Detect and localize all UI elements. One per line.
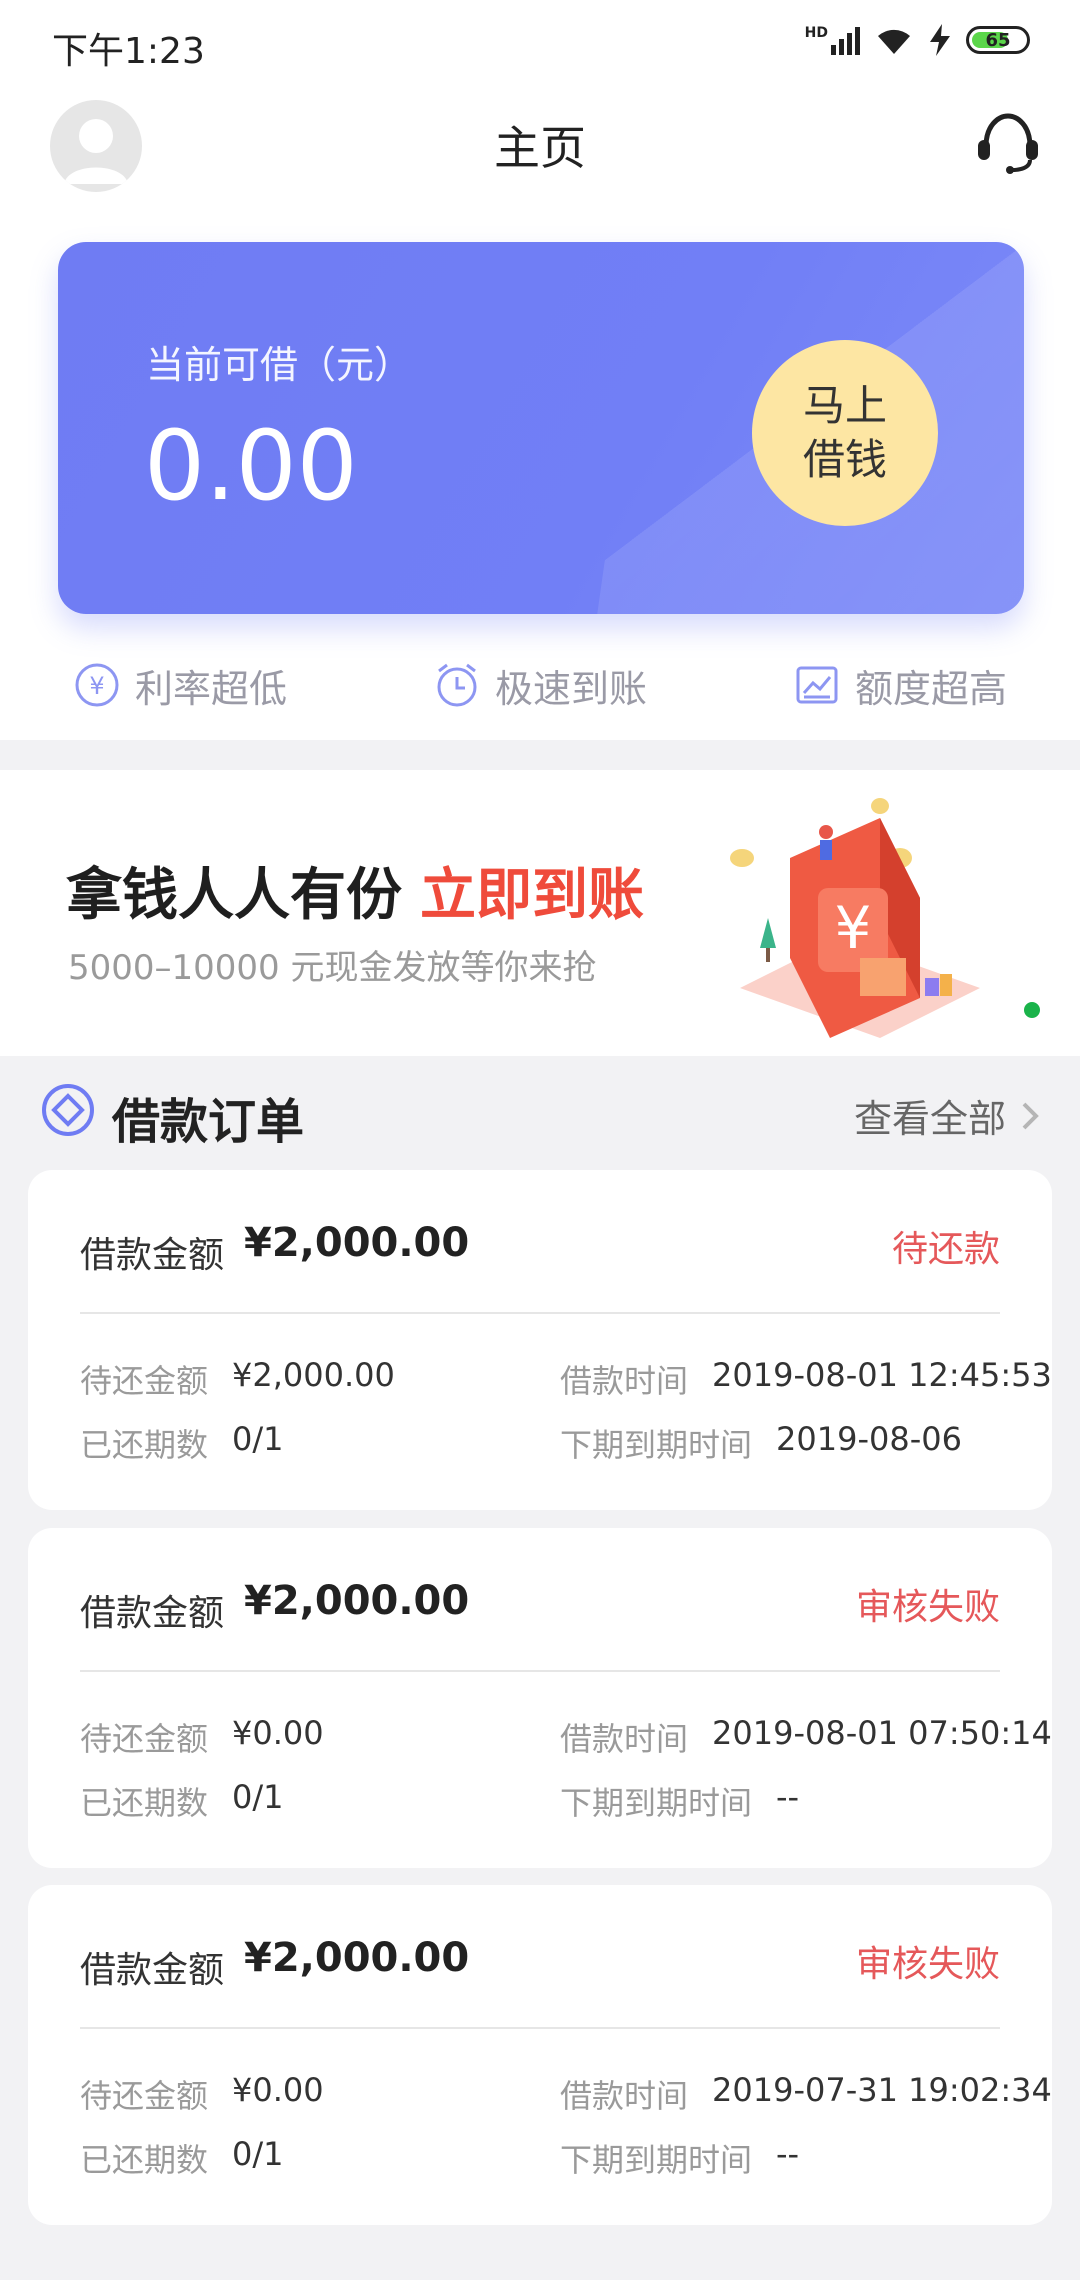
- banner-subtitle: 5000–10000 元现金发放等你来抢: [68, 948, 597, 988]
- pending-amount: ¥0.00: [232, 2071, 324, 2109]
- loan-time-label: 借款时间: [560, 2077, 689, 2115]
- divider: [80, 2027, 1000, 2029]
- borrow-now-button[interactable]: 马上 借钱: [752, 340, 938, 526]
- pending-amount: ¥0.00: [232, 1714, 324, 1752]
- top-section: 当前可借（元） 0.00 马上 借钱 ¥ 利率超低 极速到账 额度超高: [0, 220, 1080, 740]
- feature-low-rate: ¥ 利率超低: [73, 658, 287, 713]
- svg-text:¥: ¥: [835, 894, 872, 962]
- yuan-icon: ¥: [75, 663, 119, 707]
- feature-fast: 极速到账: [433, 658, 647, 713]
- wifi-icon: [878, 29, 910, 54]
- chart-icon: [796, 666, 838, 704]
- loan-time-label: 借款时间: [560, 1362, 689, 1400]
- promo-banner[interactable]: 拿钱人人有份 立即到账 5000–10000 元现金发放等你来抢 ¥: [0, 770, 1080, 1056]
- feature-high-limit: 额度超高: [793, 658, 1007, 713]
- page-title: 主页: [494, 121, 586, 175]
- loan-time: 2019-08-01 12:45:53: [712, 1356, 1052, 1394]
- pending-amount-label: 待还金额: [80, 1362, 209, 1400]
- orders-header: 借款订单 查看全部: [0, 1056, 1080, 1166]
- paid-periods: 0/1: [232, 2135, 284, 2173]
- paid-periods: 0/1: [232, 1778, 284, 1816]
- order-status: 审核失败: [855, 1944, 1000, 1985]
- order-card[interactable]: 借款金额 ¥2,000.00 待还款 待还金额 ¥2,000.00 已还期数 0…: [28, 1170, 1052, 1510]
- signal-icon: HD: [805, 25, 860, 55]
- paid-periods-label: 已还期数: [80, 1784, 209, 1822]
- next-due-label: 下期到期时间: [560, 2141, 753, 2179]
- pending-amount-label: 待还金额: [80, 2077, 209, 2115]
- feature-label: 极速到账: [494, 666, 647, 711]
- status-icons: HD 65: [805, 24, 1030, 56]
- status-bar: 下午1:23 HD 65: [0, 0, 1080, 90]
- app-header: 主页: [0, 90, 1080, 220]
- loan-time: 2019-08-01 07:50:14: [712, 1714, 1052, 1752]
- view-all-link[interactable]: 查看全部: [854, 1088, 1040, 1143]
- loan-time-label: 借款时间: [560, 1720, 689, 1758]
- paid-periods-label: 已还期数: [80, 1426, 209, 1464]
- feature-label: 利率超低: [134, 666, 287, 711]
- svg-text:¥: ¥: [89, 672, 104, 700]
- order-amount-label: 借款金额: [80, 1950, 225, 1991]
- available-amount: 0.00: [144, 410, 358, 522]
- paid-periods-label: 已还期数: [80, 2141, 209, 2179]
- borrow-now-line1: 马上: [802, 381, 887, 430]
- next-due-label: 下期到期时间: [560, 1784, 753, 1822]
- order-status: 待还款: [891, 1229, 1000, 1270]
- charging-icon: [930, 24, 950, 56]
- order-card[interactable]: 借款金额 ¥2,000.00 审核失败 待还金额 ¥0.00 已还期数 0/1 …: [28, 1885, 1052, 2225]
- order-amount-label: 借款金额: [80, 1593, 225, 1634]
- banner-headline-highlight: 立即到账: [420, 863, 644, 928]
- view-all-label: 查看全部: [853, 1097, 1006, 1141]
- order-amount-label: 借款金额: [80, 1235, 225, 1276]
- pending-amount-label: 待还金额: [80, 1720, 209, 1758]
- banner-headline-main: 拿钱人人有份: [66, 863, 402, 928]
- next-due: 2019-08-06: [776, 1420, 962, 1458]
- battery-level: 65: [985, 29, 1011, 51]
- borrow-now-line2: 借钱: [802, 435, 887, 484]
- hd-label: HD: [804, 25, 828, 41]
- divider: [80, 1312, 1000, 1314]
- order-amount: ¥2,000.00: [244, 1578, 470, 1624]
- pending-amount: ¥2,000.00: [232, 1356, 395, 1394]
- divider: [80, 1670, 1000, 1672]
- customer-service-icon[interactable]: [972, 106, 1044, 178]
- orders-title: 借款订单: [112, 1094, 305, 1150]
- banner-headline: 拿钱人人有份 立即到账: [66, 850, 644, 931]
- next-due-label: 下期到期时间: [560, 1426, 753, 1464]
- available-label: 当前可借（元）: [146, 343, 413, 387]
- next-due: --: [776, 2135, 800, 2173]
- order-amount: ¥2,000.00: [244, 1935, 470, 1981]
- banner-illustration: ¥: [730, 798, 980, 1038]
- order-card[interactable]: 借款金额 ¥2,000.00 审核失败 待还金额 ¥0.00 已还期数 0/1 …: [28, 1528, 1052, 1868]
- chevron-right-icon: [1022, 1102, 1039, 1129]
- clock-icon: [437, 663, 477, 707]
- battery-icon: 65: [966, 26, 1030, 54]
- status-time: 下午1:23: [52, 31, 205, 72]
- loan-time: 2019-07-31 19:02:34: [712, 2071, 1052, 2109]
- carousel-indicator: [1024, 1002, 1040, 1018]
- loan-card: 当前可借（元） 0.00 马上 借钱: [58, 242, 1024, 614]
- next-due: --: [776, 1778, 800, 1816]
- order-status: 审核失败: [855, 1587, 1000, 1628]
- paid-periods: 0/1: [232, 1420, 284, 1458]
- order-amount: ¥2,000.00: [244, 1220, 470, 1266]
- feature-label: 额度超高: [854, 666, 1007, 711]
- feature-list: ¥ 利率超低 极速到账 额度超高: [0, 650, 1080, 720]
- orders-icon: [42, 1084, 94, 1136]
